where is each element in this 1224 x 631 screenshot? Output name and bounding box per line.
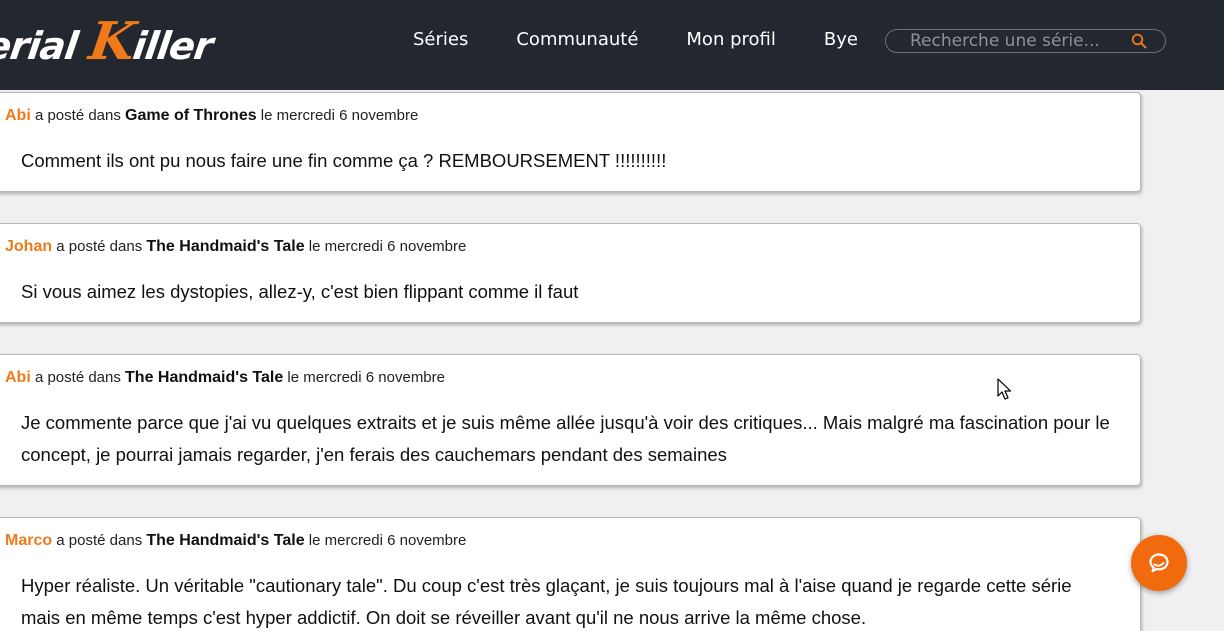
post-card: Abi a posté dans The Handmaid's Tale le … [0,354,1141,486]
main-nav: Séries Communauté Mon profil Bye [413,27,858,53]
page: erial Killer Séries Communauté Mon profi… [0,0,1224,631]
post-posted-in: a posté dans [56,532,143,549]
post-posted-in: a posté dans [56,238,143,255]
nav-series[interactable]: Séries [413,27,468,53]
post-date: le mercredi 6 novembre [260,107,419,124]
post-series[interactable]: The Handmaid's Tale [146,532,304,549]
post-card: Johan a posté dans The Handmaid's Tale l… [0,223,1141,323]
post-series[interactable]: The Handmaid's Tale [125,369,283,386]
post-body: Hyper réaliste. Un véritable "cautionary… [21,575,1072,628]
search-icon[interactable] [1131,33,1147,49]
post-meta: Marco a posté dans The Handmaid's Tale l… [5,532,466,550]
post-date: le mercredi 6 novembre [287,369,445,386]
post-card: Marco a posté dans The Handmaid's Tale l… [0,517,1141,631]
post-author[interactable]: Abi [5,107,31,124]
nav-communaute[interactable]: Communauté [516,27,638,53]
post-body: Si vous aimez les dystopies, allez-y, c'… [21,281,579,302]
chat-bubble-icon [1149,553,1169,573]
mouse-cursor-icon [997,378,1012,400]
post-author[interactable]: Abi [5,369,31,386]
top-header: erial Killer Séries Communauté Mon profi… [0,0,1224,90]
post-series[interactable]: Game of Thrones [125,107,257,124]
chat-button[interactable] [1131,535,1187,591]
post-card: Abi a posté dans Game of Thrones le merc… [0,92,1141,192]
nav-mon-profil[interactable]: Mon profil [686,27,775,53]
search-input[interactable] [910,31,1130,51]
post-date: le mercredi 6 novembre [308,532,467,549]
post-posted-in: a posté dans [34,107,121,124]
post-series[interactable]: The Handmaid's Tale [146,238,304,255]
post-body: Comment ils ont pu nous faire une fin co… [21,150,667,171]
post-meta: Johan a posté dans The Handmaid's Tale l… [5,238,466,256]
post-posted-in: a posté dans [34,369,121,386]
post-body: Je commente parce que j'ai vu quelques e… [21,412,1110,465]
site-logo[interactable]: erial Killer [0,8,215,78]
post-date: le mercredi 6 novembre [308,238,467,255]
post-author[interactable]: Marco [5,532,52,549]
logo-part-2: iller [130,24,216,68]
search-box [885,29,1166,53]
post-meta: Abi a posté dans Game of Thrones le merc… [5,107,418,125]
post-meta: Abi a posté dans The Handmaid's Tale le … [5,369,445,387]
logo-part-1: erial [0,24,81,68]
nav-bye[interactable]: Bye [824,27,858,53]
post-author[interactable]: Johan [5,238,52,255]
